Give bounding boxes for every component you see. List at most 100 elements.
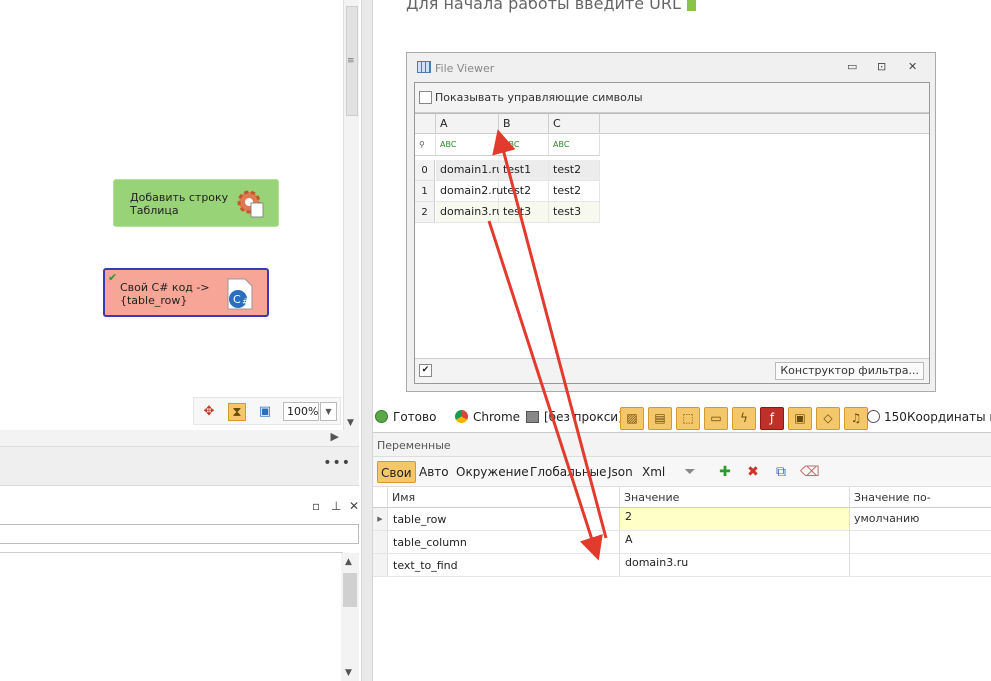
canvas-vertical-scrollbar[interactable]: ≡ ▼ [343,0,359,430]
filter-icon[interactable]: ⏷ [681,463,699,481]
variable-value[interactable]: domain3.ru [620,554,850,577]
timeout-indicator[interactable]: 150 [867,410,907,424]
variables-grid: Имя Значение Значение по-умолчанию ▶ tab… [373,487,991,577]
filter-cell-a[interactable]: ABC [436,135,499,156]
tab-auto[interactable]: Авто [416,461,452,483]
more-icon[interactable]: ••• [323,455,351,471]
column-header-default[interactable]: Значение по-умолчанию [850,487,991,525]
layout-icon[interactable]: ▣ [256,403,274,421]
variable-value[interactable]: 2 [620,508,850,531]
move-icon[interactable]: ✥ [200,403,218,421]
table-cell[interactable]: test1 [499,160,549,181]
tab-own[interactable]: Свои [377,461,416,483]
scroll-down-icon[interactable]: ▼ [347,418,354,428]
column-header-b[interactable]: B [499,114,549,134]
row-indicator [373,554,388,577]
row-number: 2 [415,202,435,223]
scrollbar-thumb[interactable] [343,573,357,607]
variables-panel: Переменные Свои Авто Окружение Глобальны… [373,432,991,681]
proxy-selector[interactable]: [без прокси] [526,410,623,424]
filter-cell-c[interactable]: ABC [549,135,600,156]
maximize-icon[interactable]: ⊡ [877,60,886,73]
panel-search-input[interactable] [0,524,359,544]
sound-icon[interactable]: ♫ [844,407,868,430]
chevron-down-icon[interactable]: ▼ [320,402,337,421]
copy-icon[interactable]: ⧉ [772,463,790,481]
table-cell[interactable]: test2 [549,181,600,202]
column-header-a[interactable]: A [436,114,499,134]
window-titlebar[interactable]: File Viewer ▭ ⊡ ✕ [407,53,935,83]
scroll-down-icon[interactable]: ▼ [345,668,352,678]
clock-icon [867,410,880,423]
show-control-chars-checkbox[interactable] [419,91,432,104]
close-icon[interactable]: ✕ [908,60,917,73]
grip-icon: ≡ [347,56,355,66]
pane-splitter[interactable] [361,0,373,681]
status-ready: Готово [375,410,436,424]
tab-xml[interactable]: Xml [639,461,668,483]
add-icon[interactable]: ✚ [716,463,734,481]
select-region-icon[interactable]: ⬚ [676,407,700,430]
delete-icon[interactable]: ✖ [744,463,762,481]
panel-bar: ••• [0,446,359,486]
pin-icon[interactable]: ⊥ [331,499,341,513]
activex-icon[interactable]: ◇ [816,407,840,430]
scroll-right-icon[interactable]: ▶ [331,430,339,443]
table-cell[interactable]: domain1.ru [436,160,503,181]
workflow-canvas[interactable]: Добавить строку Таблица ✔ Свой C# код ->… [0,0,343,430]
plugins-icon[interactable]: ▣ [788,407,812,430]
variable-name[interactable]: table_row [388,508,620,531]
grid-corner [415,114,436,134]
server-icon [526,411,539,423]
variable-default[interactable] [850,531,991,554]
filter-enabled-checkbox[interactable]: ✔ [419,364,432,377]
table-cell[interactable]: test3 [499,202,549,223]
row-indicator-icon: ▶ [373,508,388,531]
javascript-icon[interactable]: ϟ [732,407,756,430]
flash-icon[interactable]: ƒ [760,407,784,430]
tab-json[interactable]: Json [605,461,636,483]
column-header-c[interactable]: C [549,114,600,134]
close-icon[interactable]: ✕ [349,499,359,513]
table-cell[interactable]: domain2.ru [436,181,503,202]
variable-default[interactable] [850,554,991,577]
tab-global[interactable]: Глобальные [527,461,610,483]
table-cell[interactable]: test2 [499,181,549,202]
table-cell[interactable]: test3 [549,202,600,223]
row-number: 1 [415,181,435,202]
panel-title: Переменные [373,433,991,457]
browser-selector[interactable]: Chrome [455,410,520,424]
variables-tabs: Свои Авто Окружение Глобальные Json Xml … [373,457,991,487]
grid-corner [373,487,388,508]
table-cell[interactable]: domain3.ru [436,202,503,223]
canvas-horizontal-scrollbar[interactable]: ▶ [0,430,359,446]
table-cell[interactable]: test2 [549,160,600,181]
action-node-csharp-code[interactable]: ✔ Свой C# код -> {table_row} C # [103,268,269,317]
filter-builder-button[interactable]: Конструктор фильтра... [775,362,924,380]
scroll-up-icon[interactable]: ▲ [345,557,352,567]
node-label: Свой C# код -> {table_row} [120,281,210,307]
row-indicator [373,531,388,554]
column-header-name[interactable]: Имя [388,487,620,508]
node-label: Добавить строку Таблица [130,191,229,217]
hourglass-icon[interactable]: ⧗ [228,403,246,421]
chrome-icon [455,410,468,423]
panel-vertical-scrollbar[interactable]: ▲ ▼ [341,553,359,681]
frames-icon[interactable]: ▤ [648,407,672,430]
eraser-icon[interactable]: ⌫ [800,463,820,481]
action-node-add-table-row[interactable]: Добавить строку Таблица [113,179,279,227]
image-toggle-icon[interactable]: ▨ [620,407,644,430]
filter-cell-b[interactable]: ABC [499,135,549,156]
css-icon[interactable]: ▭ [704,407,728,430]
zoom-select[interactable]: 100% [283,402,319,421]
variable-name[interactable]: text_to_find [388,554,620,577]
column-header-value[interactable]: Значение [620,487,850,508]
variable-default[interactable] [850,508,991,531]
minimize-icon[interactable]: ▭ [847,60,857,73]
url-hint-text: Для начала работы введите URL [406,0,696,13]
coords-label: Координаты мы [907,410,991,424]
restore-icon[interactable]: ▫ [312,499,320,513]
variable-name[interactable]: table_column [388,531,620,554]
tab-environment[interactable]: Окружение [453,461,532,483]
variable-value[interactable]: A [620,531,850,554]
